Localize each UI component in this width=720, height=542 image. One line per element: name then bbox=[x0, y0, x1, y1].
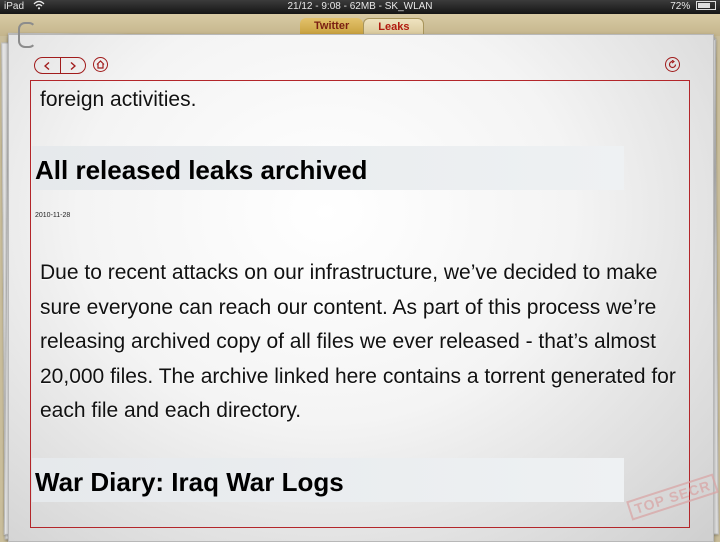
paper-clip-icon bbox=[18, 22, 36, 48]
post-date: 2010-11-28 bbox=[35, 212, 71, 219]
section-heading[interactable]: All released leaks archived bbox=[35, 155, 367, 186]
section-heading-band: All released leaks archived bbox=[32, 146, 624, 190]
tab-leaks[interactable]: Leaks bbox=[363, 18, 425, 35]
battery-percent: 72% bbox=[670, 1, 691, 12]
home-icon bbox=[96, 60, 105, 69]
chevron-right-icon bbox=[70, 61, 76, 70]
forward-button[interactable] bbox=[61, 58, 86, 73]
nav-back-forward bbox=[34, 57, 86, 74]
intro-line: foreign activities. bbox=[40, 88, 197, 111]
reload-icon bbox=[668, 60, 677, 69]
back-button[interactable] bbox=[35, 58, 61, 73]
status-right: 72% bbox=[670, 0, 716, 14]
section-heading[interactable]: War Diary: Iraq War Logs bbox=[35, 467, 344, 498]
home-button[interactable] bbox=[93, 57, 108, 72]
tab-bar: Twitter Leaks bbox=[300, 18, 425, 35]
battery-icon bbox=[696, 1, 716, 10]
status-info: 21/12 - 9:08 - 62MB - SK_WLAN bbox=[287, 1, 433, 12]
status-bar: iPad 21/12 - 9:08 - 62MB - SK_WLAN 72% bbox=[0, 0, 720, 14]
reload-button[interactable] bbox=[665, 57, 680, 72]
article-content[interactable]: foreign activities. All released leaks a… bbox=[32, 82, 684, 522]
section-heading-band: War Diary: Iraq War Logs bbox=[32, 458, 624, 502]
tab-twitter[interactable]: Twitter bbox=[300, 18, 364, 34]
section-body: Due to recent attacks on our infrastruct… bbox=[40, 261, 676, 422]
chevron-left-icon bbox=[44, 61, 50, 70]
